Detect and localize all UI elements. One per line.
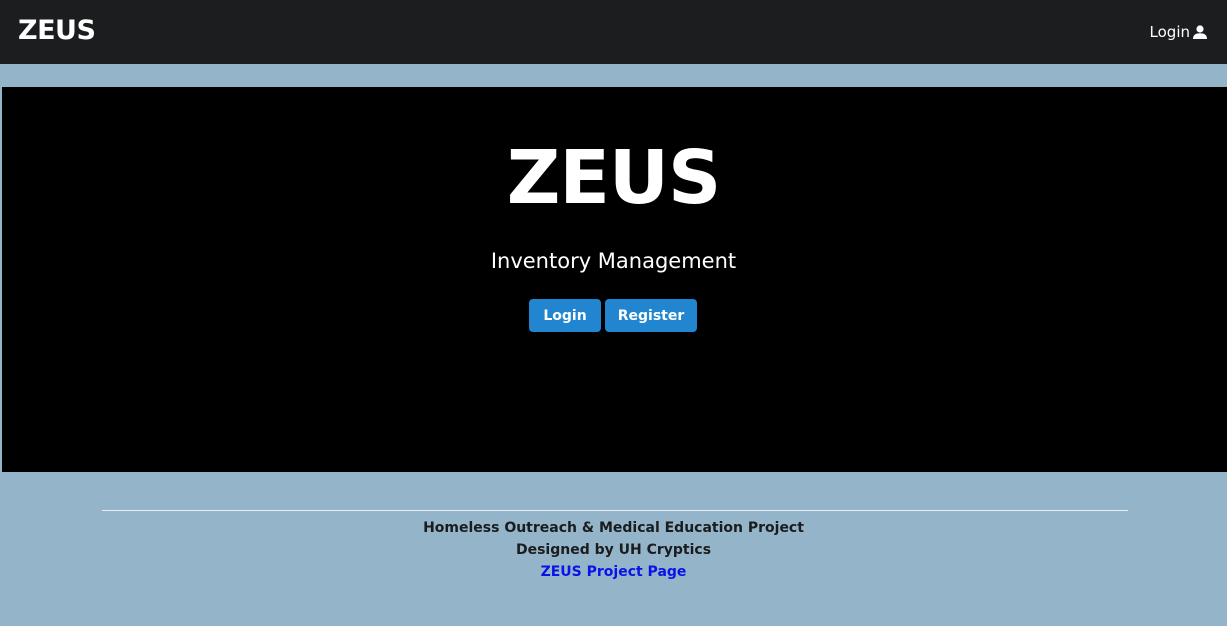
footer-divider	[102, 510, 1128, 511]
footer-credits: Designed by UH Cryptics	[515, 542, 712, 558]
nav-login-label: Login	[1149, 23, 1190, 41]
nav-login-dropdown[interactable]: Login	[1150, 21, 1208, 43]
project-page-link[interactable]: ZEUS Project Page	[541, 564, 687, 580]
hero-button-group: Login Register	[529, 299, 697, 332]
brand-logo-link[interactable]: ZEUS	[18, 13, 96, 49]
user-icon	[1192, 25, 1208, 39]
hero-title: ZEUS	[506, 135, 722, 221]
top-navbar: ZEUS Login	[0, 0, 1227, 64]
footer-organization: Homeless Outreach & Medical Education Pr…	[423, 520, 804, 536]
footer-link-row: ZEUS Project Page	[0, 562, 1227, 582]
login-button[interactable]: Login	[529, 299, 601, 332]
hero-subtitle: Inventory Management	[490, 249, 737, 273]
register-button[interactable]: Register	[605, 299, 697, 332]
